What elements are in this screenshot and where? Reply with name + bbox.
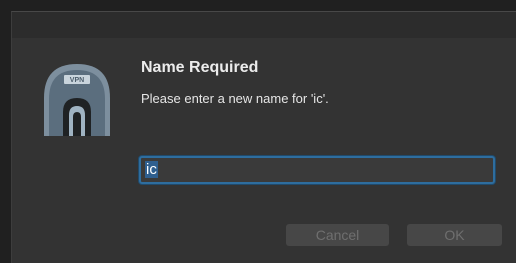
dialog-message: Please enter a new name for 'ic'. xyxy=(141,91,329,106)
name-required-dialog: VPN Name Required Please enter a new nam… xyxy=(11,11,516,263)
name-input-value[interactable]: ic xyxy=(145,161,158,178)
vpn-badge-label: VPN xyxy=(70,77,84,84)
vpn-tunnel-icon: VPN xyxy=(40,60,114,138)
dialog-titlebar[interactable] xyxy=(12,12,516,38)
name-input[interactable]: ic xyxy=(139,156,495,184)
ok-button[interactable]: OK xyxy=(407,224,502,246)
dialog-title: Name Required xyxy=(141,59,259,76)
cancel-button[interactable]: Cancel xyxy=(286,224,389,246)
